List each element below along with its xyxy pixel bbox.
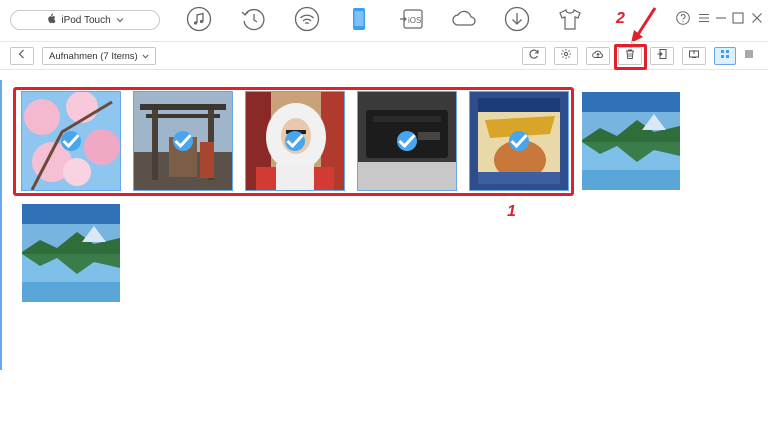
refresh-button[interactable] — [522, 47, 546, 65]
cloud-icon[interactable] — [451, 6, 477, 32]
settings-button[interactable] — [554, 47, 578, 65]
album-label: Aufnahmen (7 Items) — [49, 50, 138, 62]
list-view-button[interactable] — [738, 47, 760, 65]
refresh-icon — [528, 47, 540, 65]
step-2-arrow — [631, 7, 657, 43]
export-to-pc-button[interactable] — [650, 47, 674, 65]
device-export-icon — [688, 47, 700, 65]
menu-icon[interactable] — [697, 11, 711, 25]
step-1-label: 1 — [507, 203, 516, 220]
album-selector[interactable]: Aufnahmen (7 Items) — [42, 47, 156, 65]
wifi-sync-icon[interactable] — [294, 6, 320, 32]
photo-thumbnail[interactable] — [22, 204, 120, 302]
music-icon[interactable] — [186, 6, 212, 32]
toolkit-shirt-icon[interactable] — [557, 6, 583, 32]
chevron-down-icon — [142, 51, 149, 62]
help-icon[interactable] — [676, 11, 690, 25]
chevron-down-icon — [116, 15, 124, 26]
upload-button[interactable] — [586, 47, 610, 65]
close-icon[interactable] — [750, 11, 764, 25]
export-to-device-button[interactable] — [682, 47, 706, 65]
ios-transfer-icon[interactable]: iOS — [399, 6, 425, 32]
chevron-left-icon — [16, 47, 28, 65]
apple-icon — [46, 13, 56, 27]
history-icon[interactable] — [240, 6, 266, 32]
minimize-icon[interactable] — [714, 11, 728, 25]
selection-highlight-box — [13, 87, 574, 196]
download-icon[interactable] — [504, 6, 530, 32]
mountain-lake-image — [582, 92, 680, 190]
cloud-upload-icon — [592, 47, 604, 65]
left-edge-indicator — [0, 80, 2, 370]
grid-icon — [719, 47, 731, 65]
grid-view-button[interactable] — [714, 47, 736, 65]
delete-highlight-box — [614, 44, 647, 70]
step-2-number: 2 — [616, 10, 625, 28]
step-2-label: 2 — [616, 10, 625, 27]
svg-text:iOS: iOS — [408, 16, 421, 25]
mountain-lake-image — [22, 204, 120, 302]
export-icon — [656, 47, 668, 65]
back-button[interactable] — [10, 47, 34, 65]
photo-thumbnail[interactable] — [582, 92, 680, 190]
device-icon[interactable] — [346, 6, 372, 32]
device-selector[interactable]: iPod Touch — [10, 10, 160, 30]
list-icon — [743, 47, 755, 65]
step-1-number: 1 — [507, 203, 516, 221]
device-name: iPod Touch — [61, 14, 111, 26]
maximize-icon[interactable] — [731, 11, 745, 25]
gear-icon — [560, 47, 572, 65]
